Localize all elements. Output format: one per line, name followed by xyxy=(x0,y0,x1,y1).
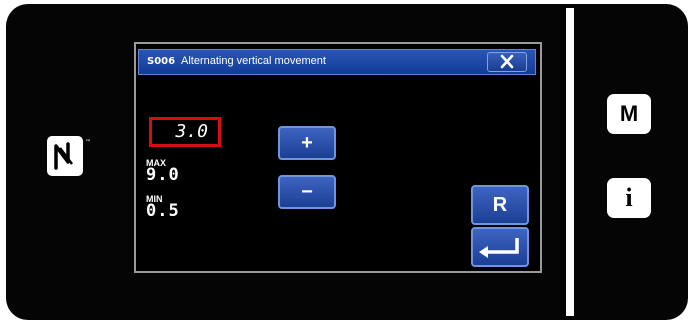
increase-button[interactable]: + xyxy=(278,126,336,160)
value-display[interactable]: 3.0 xyxy=(149,117,221,147)
lcd-screen: S006 Alternating vertical movement 3.0 M… xyxy=(134,42,542,273)
close-button[interactable] xyxy=(487,52,527,72)
current-value: 3.0 xyxy=(175,121,208,142)
info-icon: i xyxy=(625,183,633,212)
enter-icon xyxy=(479,238,519,258)
reset-button[interactable]: R xyxy=(471,185,529,225)
min-value: 0.5 xyxy=(146,201,180,221)
panel-divider xyxy=(566,8,574,316)
menu-label: M xyxy=(619,101,639,126)
decrease-button[interactable]: − xyxy=(278,175,336,209)
info-button[interactable]: i xyxy=(607,178,651,218)
close-icon xyxy=(500,54,514,69)
plus-icon: + xyxy=(301,131,313,154)
max-value: 9.0 xyxy=(146,165,180,185)
dialog-title: Alternating vertical movement xyxy=(181,55,326,67)
menu-button[interactable]: M xyxy=(607,94,651,134)
reset-label: R xyxy=(492,193,508,216)
dialog-titlebar: S006 Alternating vertical movement xyxy=(138,49,536,75)
nfc-icon: ™ xyxy=(47,136,91,176)
svg-text:™: ™ xyxy=(85,139,91,146)
enter-button[interactable] xyxy=(471,227,529,267)
minus-icon: − xyxy=(301,180,313,203)
dialog-code: S006 xyxy=(147,56,176,67)
